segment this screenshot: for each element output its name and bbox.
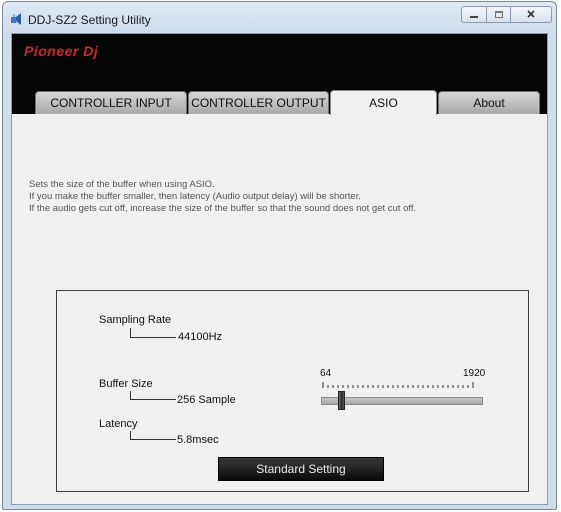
buffer-size-slider-thumb[interactable] [337,391,345,410]
audio-device-icon [10,12,24,26]
buffer-size-value: 256 Sample [177,394,236,406]
asio-description: Sets the size of the buffer when using A… [29,179,416,215]
tab-about[interactable]: About [438,91,540,114]
buffer-size-slider[interactable] [321,397,483,405]
leader-line [130,328,176,338]
tab-controller-output[interactable]: CONTROLLER OUTPUT [188,91,329,114]
standard-setting-button[interactable]: Standard Setting [218,457,384,481]
latency-value: 5.8msec [177,434,219,446]
description-line: If you make the buffer smaller, then lat… [29,191,361,202]
slider-max-label: 1920 [463,368,486,379]
title-bar[interactable]: DDJ-SZ2 Setting Utility [3,2,556,34]
leader-line [130,391,176,400]
close-button[interactable] [510,6,552,23]
minimize-icon [469,6,479,24]
latency-label: Latency [99,418,138,430]
maximize-button[interactable] [486,6,511,23]
pioneer-dj-logo: Pioneer Dj [24,43,99,59]
slider-min-label: 64 [320,368,332,379]
sampling-rate-label: Sampling Rate [99,314,172,326]
buffer-size-label: Buffer Size [99,378,153,390]
description-line: If the audio gets cut off, increase the … [29,203,417,214]
maximize-icon [494,6,504,24]
app-window: DDJ-SZ2 Setting Utility Pioneer Dj CONTR… [2,1,557,510]
close-icon [526,6,536,24]
leader-line [130,431,176,440]
description-line: Sets the size of the buffer when using A… [29,179,215,190]
sampling-rate-value: 44100Hz [178,331,223,343]
tab-asio[interactable]: ASIO [330,90,437,115]
tab-controller-input[interactable]: CONTROLLER INPUT [35,91,187,114]
asio-settings-panel: Sampling Rate 44100Hz Buffer Size 256 Sa… [56,290,529,492]
slider-ticks [322,382,474,388]
minimize-button[interactable] [461,6,487,23]
client-area: Pioneer Dj CONTROLLER INPUT CONTROLLER O… [11,33,548,505]
window-title: DDJ-SZ2 Setting Utility [28,13,151,27]
